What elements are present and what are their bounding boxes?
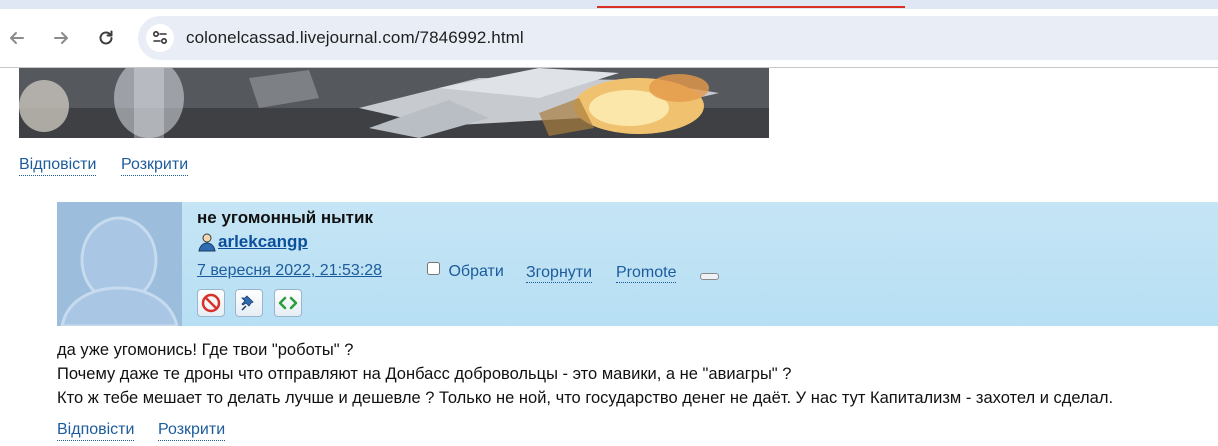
- pin-icon: [241, 295, 254, 311]
- comment-line: Кто ж тебе мешает то делать лучше и деше…: [57, 389, 1114, 407]
- user-icon: [198, 233, 216, 252]
- site-info-icon: [152, 30, 168, 45]
- comment-line: Почему даже те дроны что отправляют на Д…: [57, 365, 792, 383]
- back-button[interactable]: [5, 26, 29, 50]
- reload-button[interactable]: [94, 26, 118, 50]
- username-link[interactable]: arlekcangp: [218, 232, 308, 252]
- comment-body: да уже угомонись! Где твои "роботы" ? По…: [57, 338, 1113, 410]
- more-actions-button[interactable]: [700, 273, 719, 280]
- code-icon: [278, 296, 298, 310]
- back-arrow-icon: [10, 32, 24, 44]
- forward-button[interactable]: [49, 26, 73, 50]
- embed-code-button[interactable]: [274, 289, 302, 317]
- tab-strip: [0, 0, 1218, 9]
- promote-link[interactable]: Promote: [616, 264, 677, 283]
- browser-toolbar: colonelcassad.livejournal.com/7846992.ht…: [0, 9, 1218, 67]
- address-bar[interactable]: colonelcassad.livejournal.com/7846992.ht…: [138, 16, 1218, 60]
- reply-link[interactable]: Відповісти: [19, 156, 97, 176]
- post-image: [19, 68, 769, 138]
- tab-loading-indicator: [597, 6, 905, 8]
- select-label: Обрати: [448, 263, 504, 280]
- select-checkbox[interactable]: [427, 262, 440, 275]
- comment-timestamp-link[interactable]: 7 вересня 2022, 21:53:28: [197, 262, 382, 280]
- comment-reply-link[interactable]: Відповісти: [57, 421, 135, 441]
- forward-arrow-icon: [54, 32, 68, 44]
- url-text[interactable]: colonelcassad.livejournal.com/7846992.ht…: [186, 28, 524, 48]
- select-comment[interactable]: Обрати: [427, 262, 504, 282]
- comment-header: не угомонный нытик arlekcangp 7 вересня …: [57, 202, 1218, 326]
- block-icon: [201, 293, 221, 313]
- default-avatar-icon: [57, 202, 182, 326]
- site-info-button[interactable]: [146, 24, 174, 52]
- comment-expand-link[interactable]: Розкрити: [158, 421, 226, 441]
- post-image-graphic: [19, 68, 769, 138]
- comment-line: да уже угомонись! Где твои "роботы" ?: [57, 341, 354, 359]
- collapse-link[interactable]: Згорнути: [526, 264, 593, 283]
- comment-title: не угомонный нытик: [197, 208, 373, 227]
- block-button[interactable]: [197, 289, 225, 317]
- pin-button[interactable]: [235, 289, 263, 317]
- reload-icon: [99, 30, 113, 45]
- avatar[interactable]: [57, 202, 182, 326]
- expand-link[interactable]: Розкрити: [121, 156, 189, 176]
